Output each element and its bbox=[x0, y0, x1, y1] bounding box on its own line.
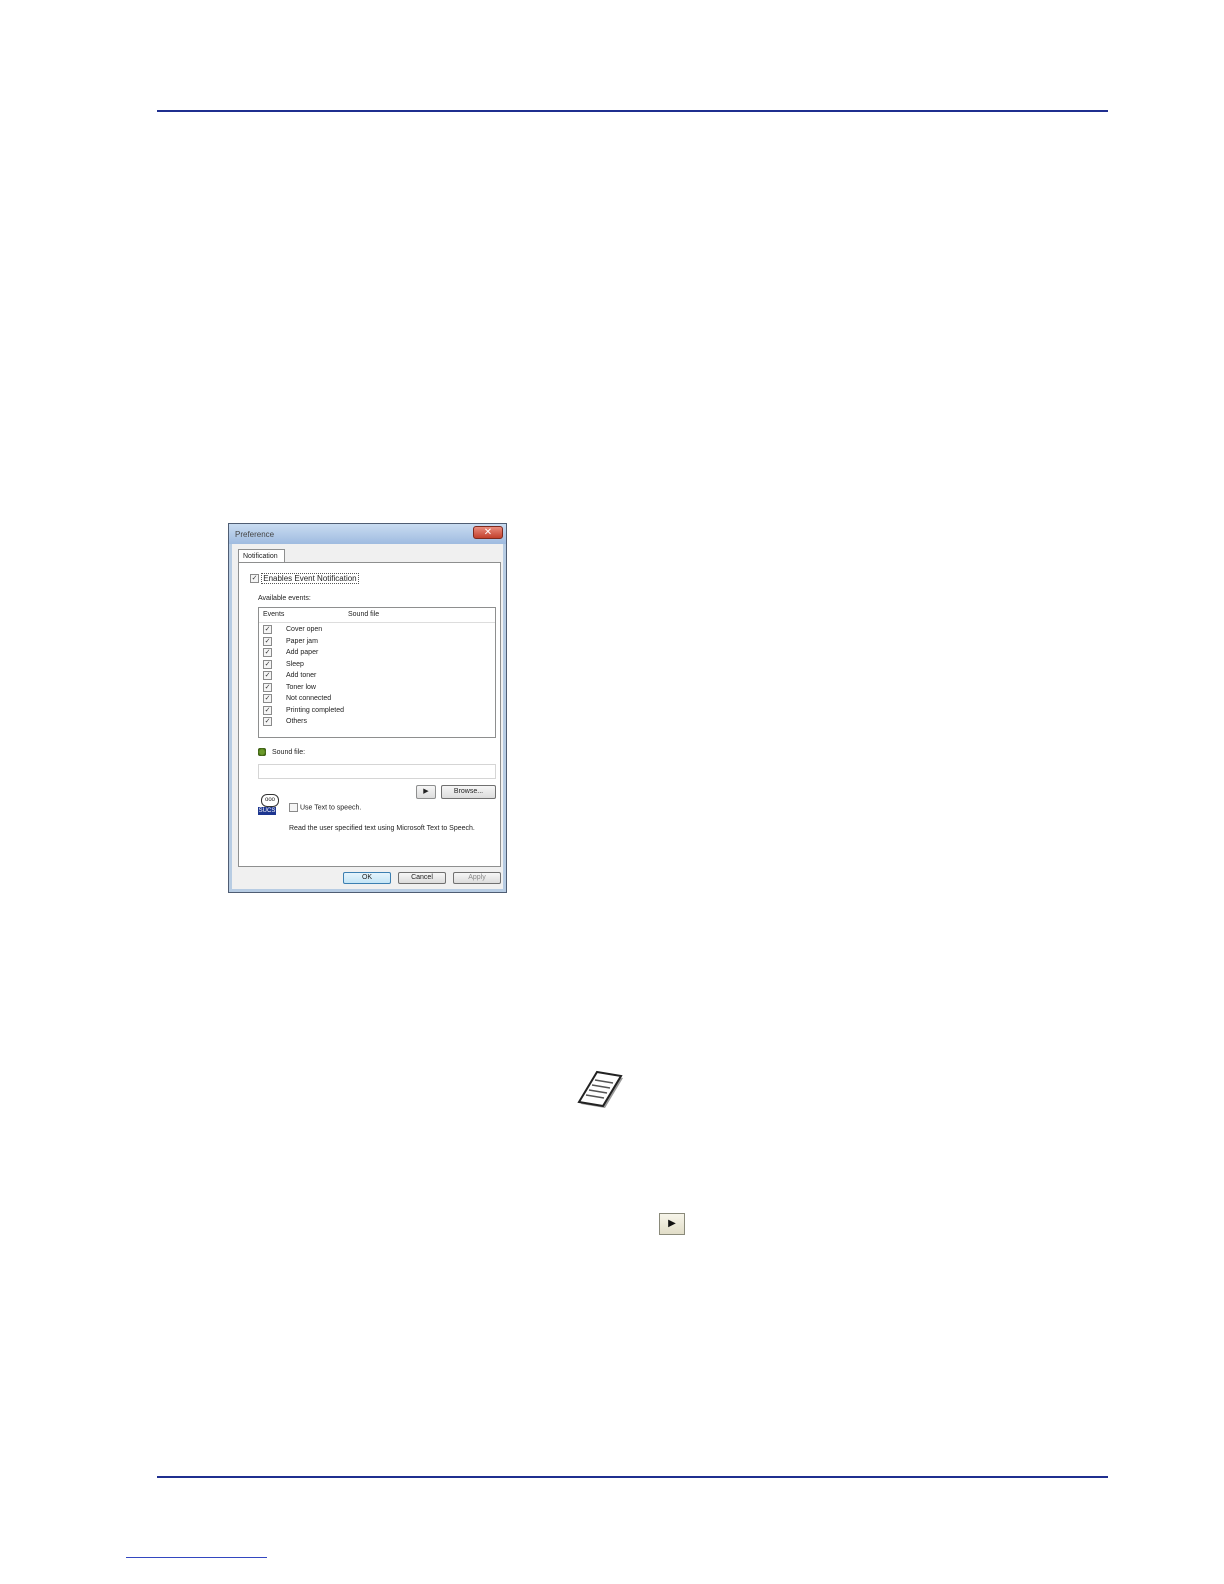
tts-bubble: ooo bbox=[261, 794, 279, 807]
list-item[interactable]: ✓ Add paper bbox=[263, 647, 344, 659]
event-label: Paper jam bbox=[286, 637, 318, 645]
ok-button[interactable]: OK bbox=[343, 872, 391, 884]
play-button: ▶ bbox=[659, 1213, 685, 1235]
dialog-titlebar[interactable]: Preference ✕ bbox=[229, 524, 506, 544]
column-sound-file[interactable]: Sound file bbox=[348, 611, 379, 618]
dialog-client-area: Notification ✓ Enables Event Notificatio… bbox=[232, 544, 503, 889]
event-checkbox[interactable]: ✓ bbox=[263, 705, 272, 715]
play-sound-button[interactable]: ▶ bbox=[416, 785, 436, 799]
tts-checkbox[interactable] bbox=[289, 803, 298, 812]
tts-row[interactable]: Use Text to speech. bbox=[289, 803, 361, 812]
events-list-header: Events Sound file bbox=[259, 608, 495, 623]
dialog-title: Preference bbox=[235, 530, 275, 539]
play-icon: ▶ bbox=[423, 788, 429, 795]
column-events[interactable]: Events bbox=[263, 611, 284, 618]
event-label: Others bbox=[286, 718, 308, 726]
sound-file-row: Sound file: bbox=[258, 748, 305, 756]
event-checkbox[interactable]: ✓ bbox=[263, 659, 272, 669]
sound-file-field[interactable] bbox=[258, 764, 496, 779]
preference-dialog: Preference ✕ Notification ✓ Enables Even… bbox=[228, 523, 507, 893]
browse-button[interactable]: Browse... bbox=[441, 785, 496, 799]
sound-file-label: Sound file: bbox=[272, 748, 306, 756]
event-checkbox[interactable]: ✓ bbox=[263, 648, 272, 658]
enable-notification-row[interactable]: ✓ Enables Event Notification bbox=[250, 573, 359, 584]
footer-link-underline bbox=[126, 1557, 267, 1558]
cancel-button[interactable]: Cancel bbox=[398, 872, 446, 884]
notification-panel: ✓ Enables Event Notification Available e… bbox=[238, 562, 501, 867]
footer-rule bbox=[157, 1476, 1108, 1478]
event-checkbox[interactable]: ✓ bbox=[263, 671, 272, 681]
tts-description: Read the user specified text using Micro… bbox=[289, 825, 475, 832]
event-checkbox[interactable]: ✓ bbox=[263, 636, 272, 646]
event-label: Add toner bbox=[286, 672, 317, 680]
tab-notification[interactable]: Notification bbox=[238, 549, 285, 563]
event-label: Not connected bbox=[286, 695, 332, 703]
speaker-icon bbox=[258, 748, 266, 756]
list-item[interactable]: ✓ Cover open bbox=[263, 624, 344, 636]
text-to-speech-icon: ooo SUCS bbox=[258, 794, 279, 816]
event-label: Printing completed bbox=[286, 706, 344, 714]
event-label: Cover open bbox=[286, 626, 323, 634]
event-label: Add paper bbox=[286, 649, 319, 657]
close-icon: ✕ bbox=[483, 527, 493, 538]
play-icon: ▶ bbox=[668, 1218, 676, 1229]
event-checkbox[interactable]: ✓ bbox=[263, 625, 272, 635]
enable-notification-label: Enables Event Notification bbox=[261, 573, 359, 584]
events-list[interactable]: Events Sound file ✓ Cover open ✓ Paper jam… bbox=[258, 607, 496, 738]
list-item[interactable]: ✓ Not connected bbox=[263, 693, 344, 705]
tts-label: Use Text to speech. bbox=[299, 804, 362, 812]
list-item[interactable]: ✓ Printing completed bbox=[263, 705, 344, 717]
available-events-label: Available events: bbox=[258, 595, 311, 602]
list-item[interactable]: ✓ Add toner bbox=[263, 670, 344, 682]
close-button[interactable]: ✕ bbox=[473, 526, 503, 539]
enable-notification-checkbox[interactable]: ✓ bbox=[250, 574, 259, 584]
apply-button[interactable]: Apply bbox=[453, 872, 501, 884]
list-item[interactable]: ✓ Sleep bbox=[263, 659, 344, 671]
note-icon bbox=[577, 1070, 625, 1110]
events-rows: ✓ Cover open ✓ Paper jam ✓ Add paper ✓ Sleep… bbox=[263, 624, 344, 728]
header-rule bbox=[157, 110, 1108, 112]
list-item[interactable]: ✓ Toner low bbox=[263, 682, 344, 694]
event-label: Toner low bbox=[286, 683, 316, 691]
event-checkbox[interactable]: ✓ bbox=[263, 717, 272, 727]
event-label: Sleep bbox=[286, 660, 304, 668]
event-checkbox[interactable]: ✓ bbox=[263, 682, 272, 692]
list-item[interactable]: ✓ Paper jam bbox=[263, 636, 344, 648]
list-item[interactable]: ✓ Others bbox=[263, 716, 344, 728]
event-checkbox[interactable]: ✓ bbox=[263, 694, 272, 704]
tts-box: SUCS bbox=[258, 807, 276, 815]
